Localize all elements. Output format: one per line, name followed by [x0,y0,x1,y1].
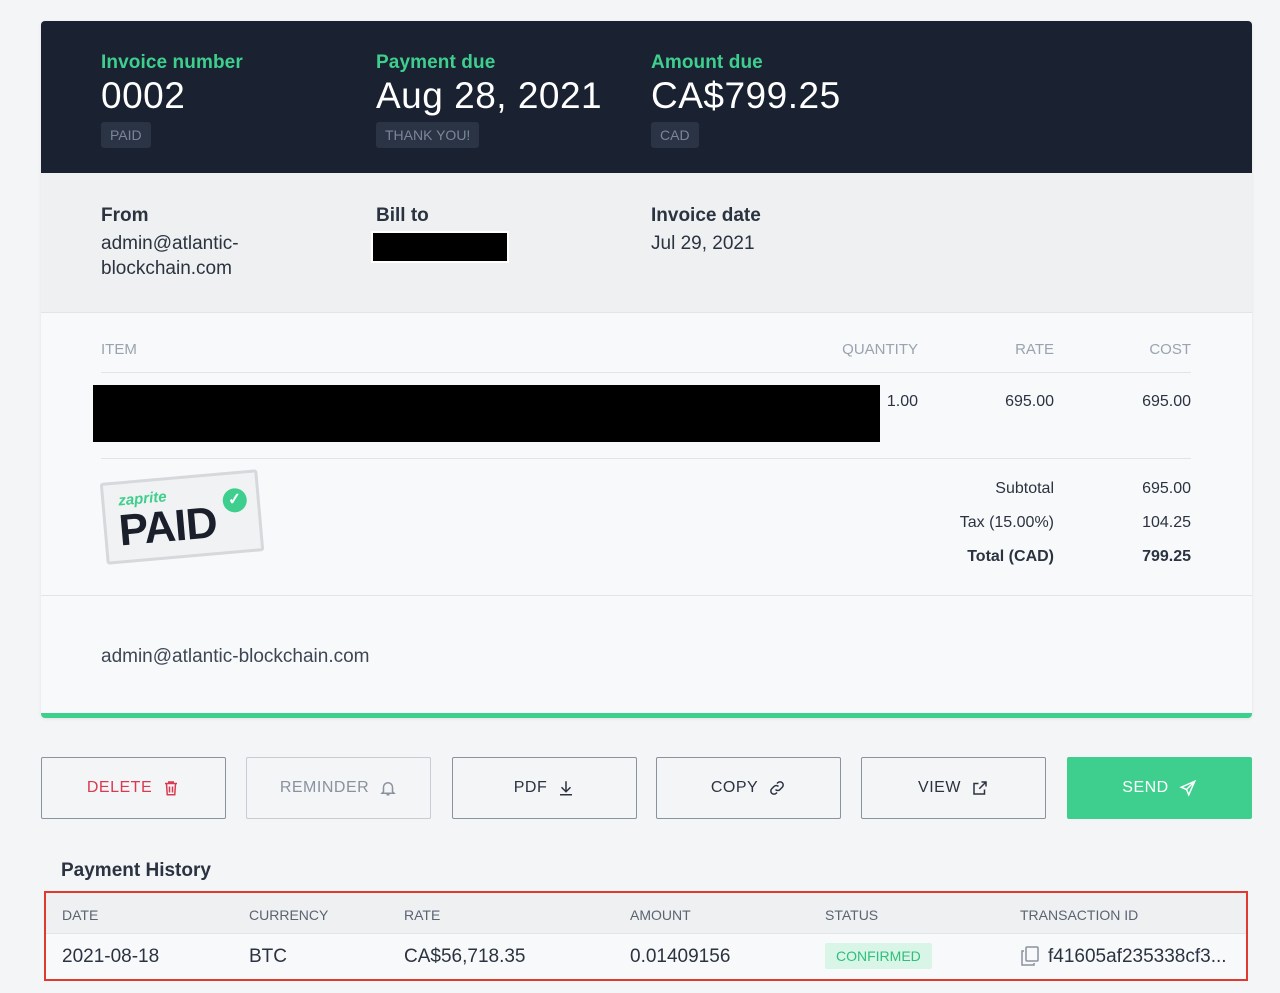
from-email-line2: blockchain.com [101,258,232,279]
from-label: From [101,205,149,226]
column-header-transaction-id: TRANSACTION ID [1020,907,1139,923]
redacted-item-description [93,385,880,442]
payment-date: 2021-08-18 [62,946,160,967]
bell-icon [380,782,396,796]
status-badge: CONFIRMED [825,943,932,969]
payment-due-block: Payment due Aug 28, 2021 THANK YOU! [376,52,602,148]
link-icon [770,781,785,795]
currency-badge: CAD [651,121,699,148]
copy-button-label: COPY [710,779,759,796]
amount-due-label: Amount due [651,52,763,73]
pdf-button[interactable]: PDF [452,757,637,819]
column-header-status: STATUS [825,907,879,923]
reminder-button-label: REMINDER [279,779,370,796]
divider [101,372,1191,373]
paid-status-bar [41,713,1252,718]
payment-due-value: Aug 28, 2021 [376,75,603,116]
paid-badge: PAID [101,121,151,148]
invoice-header: Invoice number 0002 PAID Payment due Aug… [41,21,1252,173]
bill-to-block: Bill to [376,205,429,227]
invoice-number-block: Invoice number 0002 PAID [101,52,243,148]
send-icon [1179,779,1196,797]
payment-history-header: DATE CURRENCY RATE AMOUNT STATUS TRANSAC… [46,893,1246,934]
from-email-line1: admin@atlantic- [101,233,239,254]
paid-stamp: zaprite PAID ✓ [99,469,265,565]
item-cost: 695.00 [1142,393,1191,410]
tax-value: 104.25 [1142,514,1191,531]
payment-history-title: Payment History [61,860,211,881]
payment-currency: BTC [249,946,287,967]
send-button-label: SEND [1122,779,1169,796]
column-header-currency: CURRENCY [249,907,329,923]
copy-icon[interactable] [1021,946,1039,966]
billing-section: From admin@atlantic- blockchain.com Bill… [41,173,1252,313]
item-quantity: 1.00 [886,393,918,410]
thank-you-badge: THANK YOU! [376,121,480,148]
reminder-button[interactable]: REMINDER [246,757,431,819]
total-value: 799.25 [1142,548,1191,565]
column-header-rate: RATE [1015,341,1054,358]
invoice-card: Invoice number 0002 PAID Payment due Aug… [41,21,1252,718]
invoice-footer: admin@atlantic-blockchain.com [41,596,1252,718]
external-link-icon [973,781,987,795]
tax-label: Tax (15.00%) [959,514,1054,531]
invoice-date-value: Jul 29, 2021 [651,233,755,254]
copy-link-button[interactable]: COPY [656,757,841,819]
from-block: From admin@atlantic- blockchain.com [101,205,239,281]
payment-rate: CA$56,718.35 [404,946,526,967]
subtotal-label: Subtotal [995,480,1054,497]
line-items-section: ITEM QUANTITY RATE COST 1.00 695.00 695.… [41,314,1252,596]
footer-email: admin@atlantic-blockchain.com [101,646,370,667]
column-header-quantity: QUANTITY [842,341,918,358]
amount-due-block: Amount due CA$799.25 CAD [651,52,841,148]
stamp-text: PAID [116,498,219,556]
payment-history-table: DATE CURRENCY RATE AMOUNT STATUS TRANSAC… [44,891,1248,981]
invoice-number-label: Invoice number [101,52,243,73]
invoice-number-value: 0002 [101,75,186,116]
payment-due-label: Payment due [376,52,496,73]
send-button[interactable]: SEND [1067,757,1252,819]
bill-to-label: Bill to [376,205,429,226]
pdf-button-label: PDF [513,779,548,796]
download-icon [560,781,573,796]
column-header-amount: AMOUNT [630,907,691,923]
transaction-id: f41605af235338cf3... [1048,946,1227,967]
column-header-item: ITEM [101,341,137,358]
payment-amount: 0.01409156 [630,946,731,967]
invoice-date-block: Invoice date Jul 29, 2021 [651,205,761,256]
redacted-bill-to [371,231,509,263]
column-header-cost: COST [1149,341,1191,358]
check-icon: ✓ [221,487,248,514]
divider [101,458,1191,459]
view-button-label: VIEW [918,779,961,796]
amount-due-value: CA$799.25 [651,75,841,116]
total-label: Total (CAD) [967,548,1054,565]
column-header-date: DATE [62,907,99,923]
invoice-date-label: Invoice date [651,205,761,226]
view-button[interactable]: VIEW [861,757,1046,819]
trash-icon [165,781,178,796]
column-header-rate: RATE [404,907,441,923]
item-rate: 695.00 [1005,393,1054,410]
delete-button-label: DELETE [86,779,153,796]
delete-button[interactable]: DELETE [41,757,226,819]
subtotal-value: 695.00 [1142,480,1191,497]
